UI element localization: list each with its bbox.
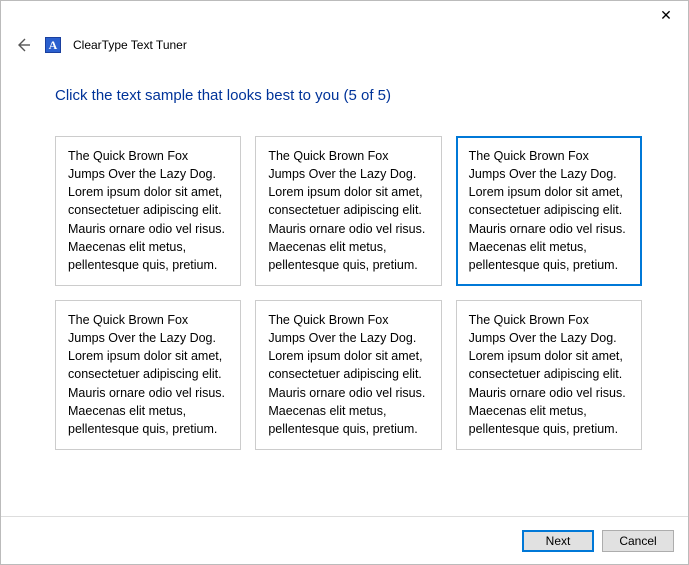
app-icon: A bbox=[45, 37, 61, 53]
text-sample-4[interactable]: The Quick Brown Fox Jumps Over the Lazy … bbox=[55, 300, 241, 450]
close-icon: ✕ bbox=[660, 7, 672, 24]
instruction-heading: Click the text sample that looks best to… bbox=[55, 87, 642, 104]
sample-text: The Quick Brown Fox Jumps Over the Lazy … bbox=[469, 313, 626, 436]
sample-text: The Quick Brown Fox Jumps Over the Lazy … bbox=[68, 149, 225, 272]
window-title: ClearType Text Tuner bbox=[73, 38, 187, 52]
arrow-left-icon bbox=[15, 37, 31, 53]
back-button[interactable] bbox=[13, 35, 33, 55]
close-button[interactable]: ✕ bbox=[644, 1, 688, 29]
text-sample-6[interactable]: The Quick Brown Fox Jumps Over the Lazy … bbox=[456, 300, 642, 450]
titlebar: ✕ bbox=[1, 1, 688, 31]
content-area: Click the text sample that looks best to… bbox=[1, 55, 688, 450]
text-sample-2[interactable]: The Quick Brown Fox Jumps Over the Lazy … bbox=[255, 136, 441, 286]
sample-text: The Quick Brown Fox Jumps Over the Lazy … bbox=[268, 313, 425, 436]
sample-grid: The Quick Brown Fox Jumps Over the Lazy … bbox=[55, 136, 642, 450]
text-sample-1[interactable]: The Quick Brown Fox Jumps Over the Lazy … bbox=[55, 136, 241, 286]
sample-text: The Quick Brown Fox Jumps Over the Lazy … bbox=[268, 149, 425, 272]
footer: Next Cancel bbox=[1, 516, 688, 564]
cancel-button[interactable]: Cancel bbox=[602, 530, 674, 552]
sample-text: The Quick Brown Fox Jumps Over the Lazy … bbox=[469, 149, 626, 272]
text-sample-3[interactable]: The Quick Brown Fox Jumps Over the Lazy … bbox=[456, 136, 642, 286]
text-sample-5[interactable]: The Quick Brown Fox Jumps Over the Lazy … bbox=[255, 300, 441, 450]
sample-text: The Quick Brown Fox Jumps Over the Lazy … bbox=[68, 313, 225, 436]
next-button[interactable]: Next bbox=[522, 530, 594, 552]
header-row: A ClearType Text Tuner bbox=[1, 31, 688, 55]
